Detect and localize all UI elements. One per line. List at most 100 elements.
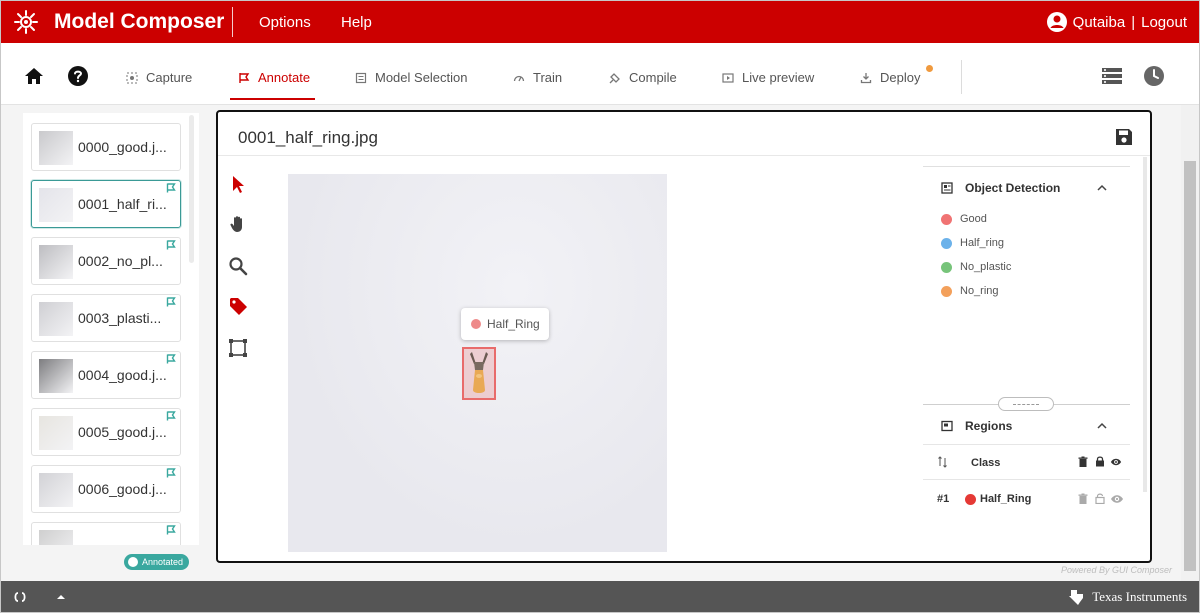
regions-icon	[941, 420, 953, 432]
image-list-item[interactable]: 0001_half_ri...	[31, 180, 181, 228]
class-item-label: No_plastic	[960, 261, 1012, 273]
delete-all-icon[interactable]	[1077, 456, 1089, 468]
regions-row-divider	[923, 479, 1130, 480]
tab-annotate-label: Annotate	[258, 70, 311, 85]
workspace-header-divider	[218, 155, 1150, 156]
annotated-flag-icon	[166, 468, 176, 478]
class-item[interactable]: Good	[941, 213, 987, 225]
image-thumbnail	[39, 245, 73, 279]
region-class-dot	[965, 494, 976, 505]
image-list-item-label: 0001_half_ri...	[78, 196, 167, 212]
menu-options[interactable]: Options	[259, 14, 311, 31]
lock-all-icon[interactable]	[1094, 455, 1106, 467]
tab-deploy-label: Deploy	[880, 70, 921, 85]
class-color-dot	[941, 213, 952, 225]
list-view-icon[interactable]	[1101, 65, 1123, 87]
annotated-flag-icon	[166, 297, 176, 307]
regions-class-column-header[interactable]: Class	[971, 457, 1000, 469]
texas-instruments-logo: Texas Instruments	[1068, 588, 1187, 606]
visibility-region-icon[interactable]	[1110, 493, 1124, 505]
class-color-dot	[941, 285, 952, 297]
tab-train[interactable]: Train	[513, 70, 562, 85]
annotated-flag-icon	[166, 411, 176, 421]
history-icon[interactable]	[1143, 65, 1165, 87]
tab-live-preview[interactable]: Live preview	[722, 70, 814, 85]
annotated-legend-label: Annotated	[142, 557, 184, 567]
tab-annotate[interactable]: Annotate	[238, 70, 310, 85]
tab-compile-label: Compile	[629, 70, 677, 85]
region-class-tag[interactable]: Half_Ring	[461, 308, 549, 340]
annotated-legend-dot	[128, 557, 138, 567]
tab-capture-label: Capture	[146, 70, 193, 85]
app-header: Model Composer Options Help Qutaiba | Lo…	[1, 1, 1199, 43]
compile-icon	[609, 72, 620, 83]
image-list-item[interactable]: 0006_good.j...	[31, 465, 181, 513]
delete-region-icon[interactable]	[1077, 493, 1089, 505]
connection-icon[interactable]	[13, 590, 27, 604]
expand-up-icon[interactable]	[54, 590, 68, 604]
bounding-box-icon[interactable]	[228, 338, 248, 358]
class-item[interactable]: No_plastic	[941, 261, 1011, 273]
help-icon[interactable]	[67, 65, 89, 87]
class-item[interactable]: No_ring	[941, 285, 999, 297]
image-thumbnail	[39, 416, 73, 450]
panel-splitter-handle[interactable]	[998, 397, 1054, 411]
tab-compile[interactable]: Compile	[609, 70, 677, 85]
model-composer-logo-icon	[14, 10, 38, 34]
tab-model-selection[interactable]: Model Selection	[355, 70, 468, 85]
image-list-item[interactable]: 0002_no_pl...	[31, 237, 181, 285]
user-avatar-icon[interactable]	[1046, 11, 1068, 33]
image-list-item[interactable]: 0005_good.j...	[31, 408, 181, 456]
region-id[interactable]: #1	[937, 493, 949, 505]
region-class-label[interactable]: Half_Ring	[980, 493, 1031, 505]
region-class-tag-label: Half_Ring	[487, 317, 540, 331]
side-panel-top-border	[923, 166, 1130, 167]
image-list-item-label: 0005_good.j...	[78, 424, 167, 440]
save-icon[interactable]	[1114, 127, 1134, 147]
tab-deploy[interactable]: Deploy	[860, 70, 920, 85]
app-title: Model Composer	[54, 10, 225, 33]
image-thumbnail	[39, 131, 73, 165]
page-scrollbar[interactable]	[1181, 105, 1199, 581]
unlock-region-icon[interactable]	[1094, 492, 1106, 504]
image-list-panel: 0000_good.j... 0001_half_ri... 0002_no_pl.…	[1, 105, 201, 581]
image-list-scrollbar[interactable]	[189, 115, 194, 263]
chevron-up-icon[interactable]	[1096, 182, 1108, 194]
region-class-tag-dot	[471, 319, 481, 329]
capture-icon	[126, 72, 138, 83]
image-thumbnail	[39, 302, 73, 336]
class-item[interactable]: Half_ring	[941, 237, 1004, 249]
image-list-item[interactable]: 0004_good.j...	[31, 351, 181, 399]
active-tab-indicator	[230, 98, 315, 100]
logout-link[interactable]: Logout	[1141, 14, 1187, 31]
menu-help[interactable]: Help	[341, 14, 372, 31]
visibility-all-icon[interactable]	[1110, 456, 1122, 468]
image-list-item-label: 0002_no_pl...	[78, 253, 163, 269]
image-list-item-label: 0004_good.j...	[78, 367, 167, 383]
sort-icon[interactable]	[937, 456, 949, 468]
page-scrollbar-thumb[interactable]	[1184, 161, 1196, 571]
header-divider	[232, 7, 233, 37]
annotation-workspace: 0001_half_ring.jpg Half_Ring Object Dete…	[216, 110, 1152, 563]
labels-side-panel: Object Detection Good Half_ring No_plastic…	[923, 166, 1130, 551]
zoom-icon[interactable]	[228, 256, 248, 276]
image-list-item-label: 0000_good.j...	[78, 139, 167, 155]
tab-model-selection-label: Model Selection	[375, 70, 468, 85]
tag-icon[interactable]	[228, 296, 248, 316]
user-name[interactable]: Qutaiba	[1073, 14, 1126, 31]
bounding-box-region[interactable]	[462, 347, 496, 400]
image-list-item[interactable]	[31, 522, 181, 545]
image-list-item[interactable]: 0000_good.j...	[31, 123, 181, 171]
chevron-up-icon[interactable]	[1096, 420, 1108, 432]
half-ring-object-image	[470, 352, 488, 393]
home-icon[interactable]	[23, 65, 45, 87]
image-list[interactable]: 0000_good.j... 0001_half_ri... 0002_no_pl.…	[23, 113, 199, 545]
annotated-legend-badge: Annotated	[124, 554, 190, 570]
select-icon[interactable]	[228, 174, 248, 194]
tab-capture[interactable]: Capture	[126, 70, 192, 85]
side-panel-scrollbar[interactable]	[1143, 157, 1147, 492]
pan-icon[interactable]	[228, 214, 248, 234]
class-item-label: Good	[960, 213, 987, 225]
toolbar-divider	[961, 60, 962, 94]
image-list-item[interactable]: 0003_plasti...	[31, 294, 181, 342]
